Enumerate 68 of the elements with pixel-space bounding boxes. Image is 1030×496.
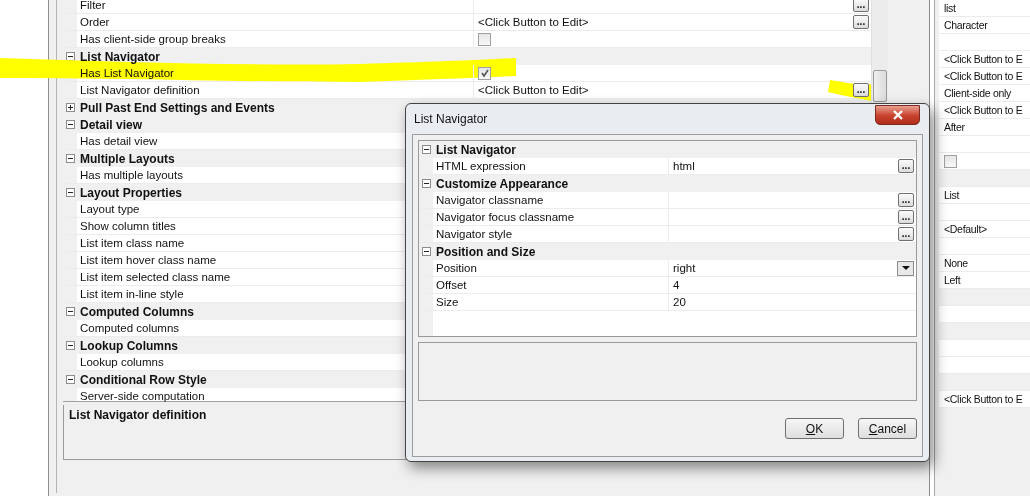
- property-value: right: [673, 262, 696, 274]
- property-value: <Click Button to Edit>: [478, 84, 589, 96]
- collapse-icon[interactable]: [66, 341, 75, 350]
- category-header[interactable]: List Navigator: [419, 141, 916, 158]
- ellipsis-button[interactable]: ...: [898, 193, 914, 207]
- ellipsis-button[interactable]: ...: [898, 227, 914, 241]
- property-value: <Default>: [944, 223, 987, 235]
- property-value: 20: [673, 296, 686, 308]
- ok-button[interactable]: OK: [785, 418, 844, 439]
- category-label: Conditional Row Style: [80, 372, 207, 387]
- collapse-icon[interactable]: [66, 188, 75, 197]
- category-label: Layout Properties: [80, 185, 183, 200]
- category-header[interactable]: List Navigator: [63, 48, 871, 65]
- category-label: Lookup Columns: [80, 338, 178, 353]
- property-value: List: [944, 189, 960, 201]
- collapse-icon[interactable]: [66, 120, 75, 129]
- ellipsis-button[interactable]: ...: [853, 15, 869, 29]
- property-name[interactable]: Has client-side group breaks: [77, 31, 474, 47]
- ellipsis-button[interactable]: ...: [898, 210, 914, 224]
- property-value: list: [944, 2, 956, 14]
- property-value: Left: [944, 274, 961, 286]
- property-name[interactable]: Position: [433, 260, 669, 276]
- property-name[interactable]: Navigator focus classname: [433, 209, 669, 225]
- property-value: <Click Button to E: [944, 70, 1023, 82]
- description-title: List Navigator definition: [69, 408, 207, 422]
- close-button[interactable]: [875, 105, 920, 125]
- category-label: Multiple Layouts: [80, 151, 175, 166]
- scrollbar-thumb[interactable]: [873, 70, 887, 102]
- collapse-icon[interactable]: [422, 145, 431, 154]
- ellipsis-button[interactable]: ...: [853, 83, 869, 97]
- collapse-icon[interactable]: [66, 307, 75, 316]
- property-value: 4: [673, 279, 680, 291]
- window-title: List Navigator: [414, 112, 488, 126]
- property-value: Client-side only: [944, 87, 1011, 99]
- ellipsis-button[interactable]: ...: [853, 0, 869, 12]
- property-value: <Click Button to E: [944, 104, 1023, 116]
- property-name[interactable]: Offset: [433, 277, 669, 293]
- cancel-button[interactable]: Cancel: [858, 418, 917, 439]
- property-value: html: [673, 160, 695, 172]
- caret-icon: [901, 266, 910, 270]
- property-name[interactable]: Size: [433, 294, 669, 310]
- checkbox[interactable]: [944, 154, 957, 168]
- property-value: <Click Button to E: [944, 53, 1023, 65]
- checkbox[interactable]: [478, 32, 491, 46]
- property-value: After: [944, 121, 965, 133]
- property-value: <Click Button to E: [944, 393, 1023, 405]
- collapse-icon[interactable]: [66, 375, 75, 384]
- category-label: Pull Past End Settings and Events: [80, 100, 275, 115]
- category-label: Computed Columns: [80, 304, 194, 319]
- ellipsis-button[interactable]: ...: [898, 159, 914, 173]
- property-value: None: [944, 257, 968, 269]
- category-label: List Navigator: [80, 49, 160, 64]
- category-header[interactable]: Position and Size: [419, 243, 916, 260]
- property-name[interactable]: HTML expression: [433, 158, 669, 174]
- property-name[interactable]: Order: [77, 14, 474, 30]
- expand-icon[interactable]: [66, 103, 75, 112]
- category-label: Detail view: [80, 117, 143, 132]
- close-icon: [891, 110, 904, 120]
- dropdown-button[interactable]: [897, 260, 914, 276]
- property-value: Character: [944, 19, 988, 31]
- collapse-icon[interactable]: [422, 247, 431, 256]
- property-value: <Click Button to Edit>: [478, 16, 589, 28]
- property-name[interactable]: Filter: [77, 0, 474, 13]
- property-name[interactable]: Navigator style: [433, 226, 669, 242]
- collapse-icon[interactable]: [66, 154, 75, 163]
- property-name[interactable]: Navigator classname: [433, 192, 669, 208]
- collapse-icon[interactable]: [422, 179, 431, 188]
- category-header[interactable]: Customize Appearance: [419, 175, 916, 192]
